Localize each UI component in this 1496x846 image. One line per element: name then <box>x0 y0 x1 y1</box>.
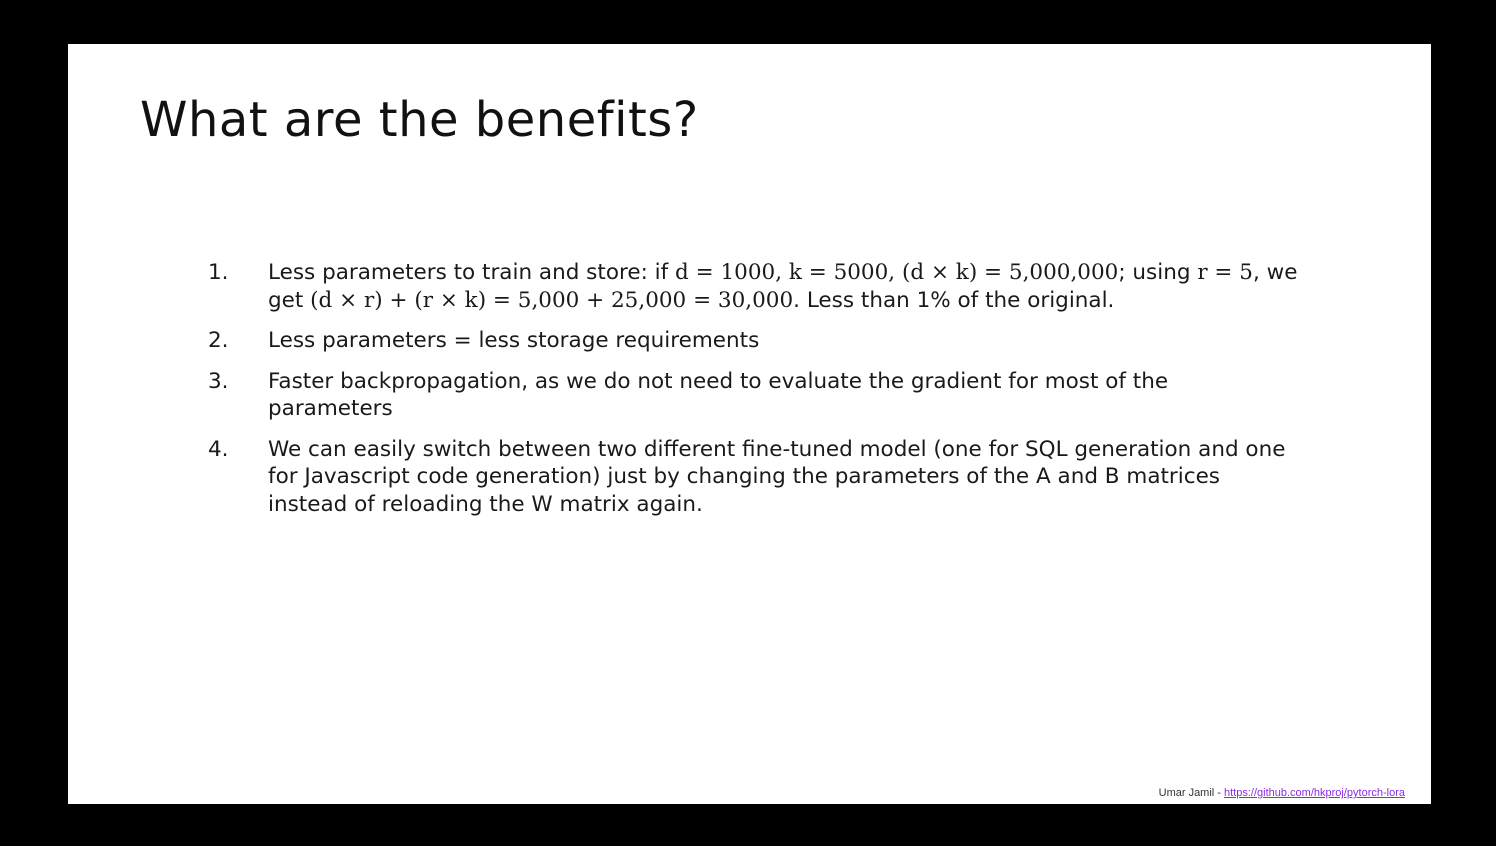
math-expression: r = 5 <box>1197 260 1253 285</box>
footer-credit: Umar Jamil - https://github.com/hkproj/p… <box>1159 787 1405 799</box>
github-link[interactable]: https://github.com/hkproj/pytorch-lora <box>1224 787 1405 799</box>
list-item-number: 2. <box>208 328 229 353</box>
list-item-text: Faster backpropagation, as we do not nee… <box>268 368 1169 422</box>
math-expression: (d × r) + (r × k) = 5,000 + 25,000 = 30,… <box>310 287 794 313</box>
list-item-text: We can easily switch between two differe… <box>268 436 1286 517</box>
list-item-number: 1. <box>208 260 229 285</box>
benefits-list: 1. Less parameters to train and store: i… <box>208 259 1298 531</box>
math-expression: d = 1000, k = 5000, (d × k) = 5,000,000 <box>675 260 1119 285</box>
list-item-number: 3. <box>208 368 229 394</box>
list-item-number: 4. <box>208 436 229 462</box>
slide-title: What are the benefits? <box>140 92 699 148</box>
footer-author: Umar Jamil - <box>1158 787 1225 799</box>
list-item: 1. Less parameters to train and store: i… <box>208 259 1298 314</box>
list-item-text: Less parameters = less storage requireme… <box>268 328 760 353</box>
text-segment: ; using <box>1118 260 1198 285</box>
list-item: 3. Faster backpropagation, as we do not … <box>208 368 1298 423</box>
slide: What are the benefits? 1. Less parameter… <box>68 44 1431 804</box>
list-item-text: Less parameters to train and store: if d… <box>268 259 1298 314</box>
list-item: 2. Less parameters = less storage requir… <box>208 327 1298 355</box>
text-segment: Less parameters to train and store: if <box>268 260 676 285</box>
list-item: 4. We can easily switch between two diff… <box>208 436 1298 519</box>
text-segment: . Less than 1% of the original. <box>793 287 1115 313</box>
